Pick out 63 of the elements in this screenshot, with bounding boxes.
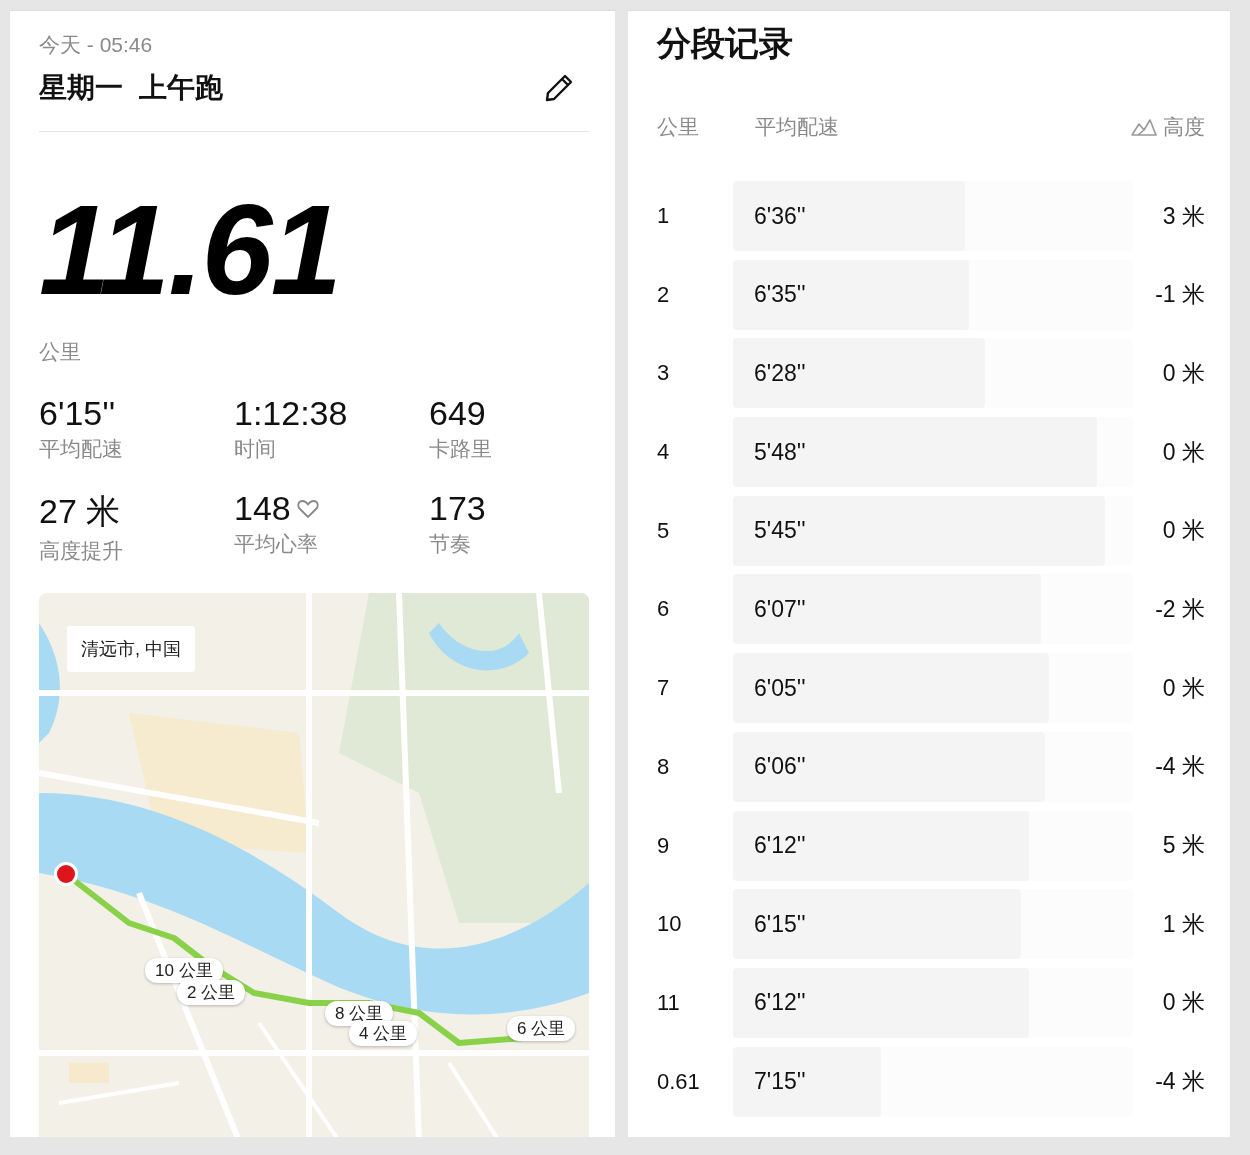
heart-icon	[296, 498, 319, 519]
stat-label: 时间	[234, 436, 277, 462]
elevation-cell-text: 5 米	[1161, 831, 1205, 860]
km-cell-text: 0.61	[657, 1068, 701, 1095]
elevation-cell-text: -4 米	[1154, 752, 1205, 782]
mountain-icon	[1131, 118, 1157, 136]
km-cell-text: 7	[657, 675, 671, 702]
km-cell-text: 3	[657, 360, 671, 387]
km-cell-text: 9	[657, 832, 671, 859]
km-cell-text: 2	[657, 281, 671, 308]
column-header: 公里	[657, 114, 700, 140]
elevation-cell-text: -1 米	[1154, 280, 1205, 310]
elevation-cell-text: 0 米	[1161, 516, 1205, 546]
elevation-cell-text: 0 米	[1161, 437, 1205, 467]
pace-cell: 6'12''	[754, 832, 806, 859]
activity-title: 星期一 上午跑	[39, 71, 223, 105]
stat-value: 173	[429, 489, 486, 528]
km-cell-text: 8	[657, 753, 671, 780]
splits-title: 分段记录	[657, 23, 794, 64]
pace-cell: 7'15''	[754, 1068, 806, 1096]
stat-value: 27 米	[39, 491, 121, 532]
edit-icon[interactable]	[543, 72, 575, 104]
stat-label: 平均心率	[234, 531, 319, 557]
column-header: 平均配速	[755, 114, 840, 140]
pace-cell: 6'35''	[754, 281, 806, 309]
activity-date: 今天 - 05:46	[39, 32, 154, 58]
pace-cell: 6'28''	[754, 359, 806, 387]
location-label: 清远市, 中国	[67, 626, 195, 672]
elevation-cell-text: -4 米	[1154, 1067, 1205, 1097]
km-cell-text: 10	[657, 911, 683, 938]
stat-value: 6'15''	[39, 394, 116, 433]
elevation-cell-text: -2 米	[1154, 594, 1205, 624]
km-marker: 2 公里	[177, 980, 246, 1005]
km-cell-text: 5	[657, 517, 671, 544]
elevation-cell-text: 0 米	[1161, 358, 1205, 388]
pace-cell: 5'45''	[754, 517, 806, 545]
stat-label: 平均配速	[39, 436, 124, 462]
pace-cell: 6'06''	[754, 753, 806, 781]
pace-cell: 6'05''	[754, 674, 806, 702]
km-cell-text: 11	[657, 989, 681, 1016]
pace-cell: 6'36''	[754, 202, 806, 230]
stat-value: 1:12:38	[234, 394, 348, 433]
km-cell-text: 6	[657, 596, 671, 623]
km-cell-text: 4	[657, 439, 671, 466]
elevation-cell-text: 0 米	[1161, 673, 1205, 703]
elevation-cell-text: 0 米	[1161, 988, 1205, 1018]
pace-cell: 6'15''	[754, 910, 806, 938]
stat-label: 卡路里	[429, 436, 493, 462]
km-marker: 4 公里	[349, 1021, 418, 1046]
pace-cell: 6'12''	[754, 989, 806, 1017]
stat-value: 649	[429, 394, 486, 433]
pace-cell: 5'48''	[754, 438, 806, 466]
stat-value: 148	[234, 489, 291, 528]
stat-label: 高度提升	[39, 538, 124, 564]
stat-label: 节奏	[429, 531, 472, 557]
distance-value: 11.61	[39, 186, 340, 314]
distance-unit: 公里	[39, 339, 82, 365]
elevation-cell-text: 3 米	[1161, 201, 1205, 231]
pace-cell: 6'07''	[754, 595, 806, 623]
km-cell-text: 1	[657, 203, 671, 229]
column-header: 高度	[1163, 114, 1205, 140]
km-marker: 6 公里	[507, 1016, 576, 1041]
elevation-cell-text: 1 米	[1161, 909, 1205, 939]
